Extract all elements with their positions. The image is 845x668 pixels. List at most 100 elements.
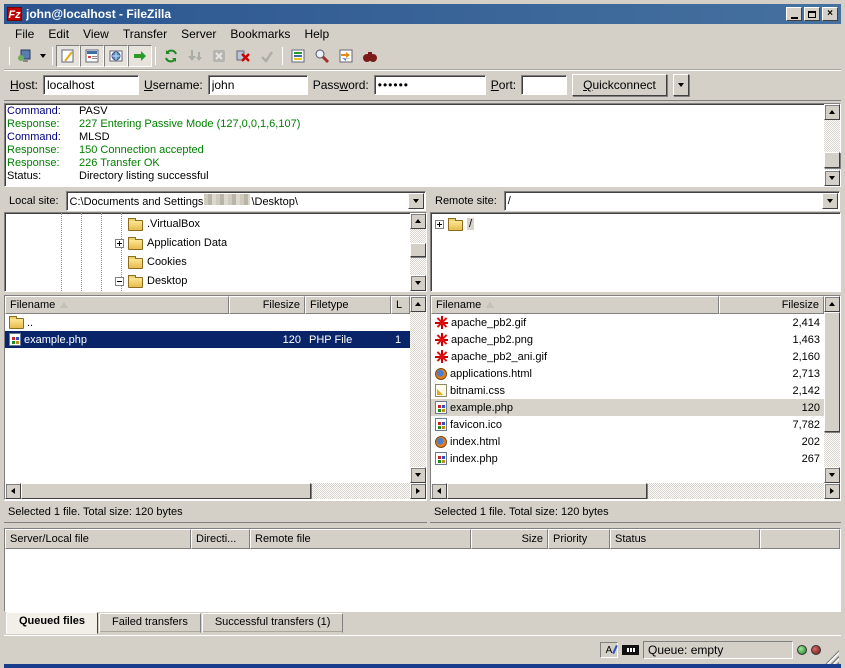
scroll-track[interactable] xyxy=(447,483,824,499)
local-path-combobox[interactable]: C:\Documents and Settings\Desktop\ xyxy=(66,191,426,211)
file-row-example-php[interactable]: example.php 120 xyxy=(431,399,824,416)
process-queue-button[interactable] xyxy=(183,45,207,67)
close-button[interactable]: × xyxy=(822,7,838,21)
tree-item-cookies[interactable]: Cookies xyxy=(115,253,187,271)
scroll-up-button[interactable] xyxy=(410,213,426,229)
scroll-track[interactable] xyxy=(410,312,426,467)
tree-item-application-data[interactable]: Application Data xyxy=(115,234,227,252)
scroll-down-button[interactable] xyxy=(824,170,840,186)
local-tree-area[interactable]: .VirtualBox Application Data Cookies xyxy=(5,213,410,291)
remote-list-body[interactable]: apache_pb2.gif 2,414 apache_pb2.png 1,46… xyxy=(431,314,824,483)
scroll-track[interactable] xyxy=(824,312,840,467)
expand-plus-icon[interactable] xyxy=(115,239,124,248)
encryption-indicator-icon[interactable] xyxy=(622,645,639,655)
column-header-size[interactable]: Size xyxy=(471,529,548,549)
username-input[interactable] xyxy=(208,75,308,95)
local-list-vertical-scrollbar[interactable] xyxy=(410,296,426,483)
column-header-priority[interactable]: Priority xyxy=(548,529,610,549)
column-header-filename[interactable]: Filename xyxy=(431,296,719,314)
minimize-button[interactable] xyxy=(786,7,802,21)
maximize-button[interactable] xyxy=(804,7,820,21)
column-header-filesize[interactable]: Filesize xyxy=(229,296,305,314)
toggle-local-tree-button[interactable] xyxy=(80,45,104,67)
scroll-thumb[interactable] xyxy=(824,152,840,168)
disconnect-button[interactable] xyxy=(231,45,255,67)
menu-edit[interactable]: Edit xyxy=(41,26,76,42)
tree-item-desktop[interactable]: Desktop xyxy=(115,272,187,290)
scroll-right-button[interactable] xyxy=(410,483,426,499)
tab-successful-transfers[interactable]: Successful transfers (1) xyxy=(202,613,344,633)
menu-server[interactable]: Server xyxy=(174,26,223,42)
column-header-status[interactable]: Status xyxy=(610,529,760,549)
remote-path-dropdown[interactable] xyxy=(822,193,838,209)
column-header-filetype[interactable]: Filetype xyxy=(305,296,391,314)
reconnect-button[interactable] xyxy=(255,45,279,67)
file-row[interactable]: bitnami.css 2,142 xyxy=(431,382,824,399)
scroll-track[interactable] xyxy=(21,483,410,499)
file-row[interactable]: apache_pb2.png 1,463 xyxy=(431,331,824,348)
tab-failed-transfers[interactable]: Failed transfers xyxy=(99,613,201,633)
toggle-message-log-button[interactable] xyxy=(56,45,80,67)
scroll-up-button[interactable] xyxy=(410,296,426,312)
scroll-up-button[interactable] xyxy=(824,104,840,120)
menu-transfer[interactable]: Transfer xyxy=(116,26,174,42)
local-list-body[interactable]: .. example.php 120 PHP File 1 xyxy=(5,314,410,483)
synchronized-browsing-button[interactable] xyxy=(358,45,382,67)
column-header-remote-file[interactable]: Remote file xyxy=(250,529,471,549)
local-tree-vertical-scrollbar[interactable] xyxy=(410,213,426,291)
column-header-filename[interactable]: Filename xyxy=(5,296,229,314)
local-list-horizontal-scrollbar[interactable] xyxy=(5,483,426,499)
toggle-queue-button[interactable] xyxy=(128,45,152,67)
transfer-type-indicator-icon[interactable]: A xyxy=(600,642,618,658)
column-header-lastmodified[interactable]: L xyxy=(391,296,410,314)
file-row[interactable]: favicon.ico 7,782 xyxy=(431,416,824,433)
refresh-button[interactable] xyxy=(159,45,183,67)
cancel-button[interactable] xyxy=(207,45,231,67)
menu-view[interactable]: View xyxy=(76,26,116,42)
remote-list-horizontal-scrollbar[interactable] xyxy=(431,483,840,499)
scroll-thumb[interactable] xyxy=(21,483,311,499)
scroll-down-button[interactable] xyxy=(410,275,426,291)
scroll-left-button[interactable] xyxy=(431,483,447,499)
file-row[interactable]: applications.html 2,713 xyxy=(431,365,824,382)
quickconnect-button[interactable]: Quickconnect xyxy=(572,74,667,96)
file-row-example-php[interactable]: example.php 120 PHP File 1 xyxy=(5,331,410,348)
scroll-thumb[interactable] xyxy=(447,483,647,499)
host-input[interactable] xyxy=(43,75,139,95)
tree-item-root[interactable]: / xyxy=(435,215,474,233)
password-input[interactable] xyxy=(374,75,486,95)
log-vertical-scrollbar[interactable] xyxy=(824,104,840,186)
resize-grip[interactable] xyxy=(825,650,839,664)
quickconnect-dropdown[interactable] xyxy=(673,74,689,96)
remote-tree-area[interactable]: / xyxy=(431,213,840,291)
queue-body[interactable] xyxy=(5,549,840,611)
scroll-down-button[interactable] xyxy=(824,467,840,483)
remote-path-combobox[interactable]: / xyxy=(504,191,840,211)
expand-plus-icon[interactable] xyxy=(435,220,444,229)
menu-file[interactable]: File xyxy=(8,26,41,42)
site-manager-button[interactable] xyxy=(13,45,37,67)
scroll-up-button[interactable] xyxy=(824,296,840,312)
scroll-track[interactable] xyxy=(824,120,840,170)
local-path-dropdown[interactable] xyxy=(408,193,424,209)
menu-bookmarks[interactable]: Bookmarks xyxy=(223,26,297,42)
port-input[interactable] xyxy=(521,75,567,95)
toggle-remote-tree-button[interactable] xyxy=(104,45,128,67)
file-row-parent-directory[interactable]: .. xyxy=(5,314,410,331)
column-header-server-local-file[interactable]: Server/Local file xyxy=(5,529,191,549)
column-header-direction[interactable]: Directi... xyxy=(191,529,250,549)
scroll-thumb[interactable] xyxy=(410,243,426,257)
scroll-left-button[interactable] xyxy=(5,483,21,499)
scroll-down-button[interactable] xyxy=(410,467,426,483)
search-button[interactable] xyxy=(310,45,334,67)
filter-button[interactable] xyxy=(286,45,310,67)
scroll-thumb[interactable] xyxy=(824,312,840,432)
scroll-track[interactable] xyxy=(410,229,426,275)
column-header-filesize[interactable]: Filesize xyxy=(719,296,824,314)
file-row[interactable]: index.html 202 xyxy=(431,433,824,450)
file-row[interactable]: index.php 267 xyxy=(431,450,824,467)
tab-queued-files[interactable]: Queued files xyxy=(6,612,98,634)
tree-item-virtualbox[interactable]: .VirtualBox xyxy=(115,215,200,233)
site-manager-dropdown[interactable] xyxy=(37,45,49,67)
file-row[interactable]: apache_pb2.gif 2,414 xyxy=(431,314,824,331)
